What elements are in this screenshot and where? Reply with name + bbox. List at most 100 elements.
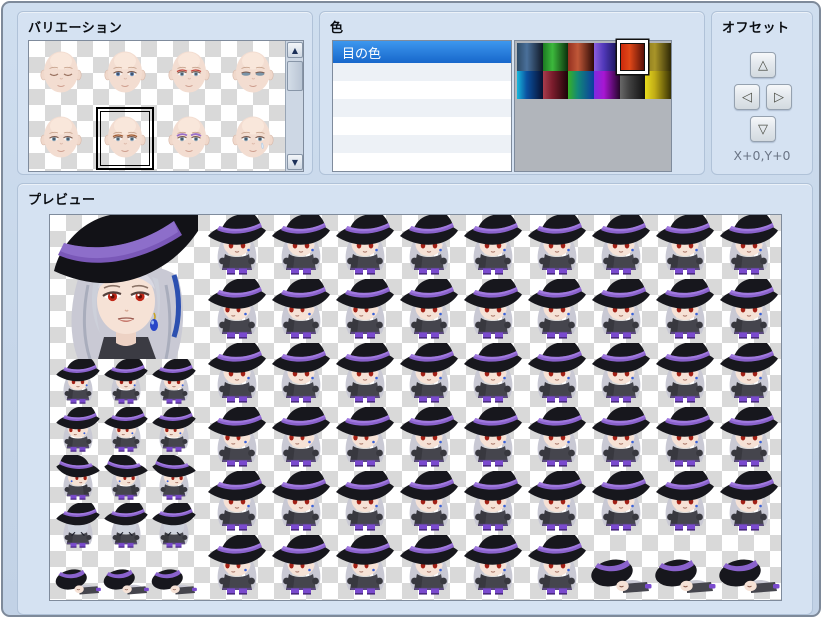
variation-thumbnail-eyes-brown-liner[interactable] (93, 106, 157, 171)
sv-sprite-front (525, 279, 589, 343)
walk-sprite-side-l (150, 407, 198, 455)
sv-sprite-front (589, 279, 653, 343)
palette-swatch-cyan-navy[interactable] (517, 71, 543, 99)
sv-sprite-front (589, 215, 653, 279)
palette-swatch-steel-blue[interactable] (517, 43, 543, 71)
palette-swatch-olive[interactable] (645, 43, 671, 71)
scrollbar-down-icon[interactable]: ▼ (287, 154, 303, 170)
palette-swatch-violet-navy[interactable] (594, 43, 620, 71)
color-panel-title: 色 (330, 17, 344, 36)
sv-sprite-side-l (269, 535, 333, 599)
palette-swatch-yellow[interactable] (645, 71, 671, 99)
sv-sprite-front (525, 215, 589, 279)
variation-thumbnail-box: ▲ ▼ (28, 40, 304, 172)
sv-sprite-front (205, 215, 269, 279)
sv-battler-sprite-sheet (205, 215, 781, 599)
palette-swatch-green-blue[interactable] (568, 71, 594, 99)
sv-sprite-front (589, 471, 653, 535)
color-part-list-empty-row (333, 81, 511, 99)
palette-swatch-red-brown[interactable] (568, 43, 594, 71)
offset-coordinates-label: X+0,Y+0 (712, 148, 812, 163)
variation-thumbnail-eyes-gray[interactable] (29, 106, 93, 171)
selected-thumbnail-frame (96, 107, 154, 170)
sv-sprite-front (589, 343, 653, 407)
palette-swatch-magenta[interactable] (594, 71, 620, 99)
sv-sprite-front (653, 407, 717, 471)
variation-thumbnail-eyes-closed[interactable] (29, 41, 93, 106)
color-palette-box (514, 40, 672, 172)
walk-sprite-side-l (54, 407, 102, 455)
variation-scrollbar[interactable]: ▲ ▼ (285, 41, 303, 171)
sv-sprite-front (589, 407, 653, 471)
sv-sprite-front (397, 407, 461, 471)
sv-sprite-front (461, 279, 525, 343)
color-part-list-empty-row (333, 171, 511, 172)
sv-sprite-front (525, 471, 589, 535)
sv-sprite-front (717, 215, 781, 279)
walk-sprite-front (102, 359, 150, 407)
sv-sprite-front (205, 343, 269, 407)
walk-sprite-side-l (102, 407, 150, 455)
sv-sprite-front (653, 471, 717, 535)
damage-sprite-lying (54, 551, 102, 599)
sv-sprite-front (269, 215, 333, 279)
variation-thumbnail-eyes-tear[interactable] (221, 106, 285, 171)
sv-sprite-front (397, 471, 461, 535)
sv-sprite-side-l (333, 279, 397, 343)
damage-sprite-sheet (54, 551, 198, 599)
sv-sprite-front (269, 471, 333, 535)
sv-sprite-front (653, 215, 717, 279)
sv-sprite-front (461, 535, 525, 599)
sv-sprite-front (397, 279, 461, 343)
scrollbar-up-icon[interactable]: ▲ (287, 42, 303, 58)
sv-sprite-front (717, 279, 781, 343)
sv-sprite-lying (653, 535, 717, 599)
color-part-list-empty-row (333, 153, 511, 171)
sv-sprite-front (653, 343, 717, 407)
offset-left-button[interactable]: ◁ (734, 84, 760, 110)
variation-thumbnail-eyes-purple-shadow[interactable] (157, 106, 221, 171)
sv-sprite-side-l (269, 407, 333, 471)
palette-swatch-red[interactable] (620, 43, 646, 71)
sv-sprite-front (461, 215, 525, 279)
walk-sprite-front (54, 359, 102, 407)
walk-sprite-side-r (150, 455, 198, 503)
variation-thumbnail-eyes-red-liner[interactable] (157, 41, 221, 106)
color-part-list-empty-row (333, 135, 511, 153)
palette-swatch-crimson[interactable] (543, 71, 569, 99)
sv-sprite-front (461, 407, 525, 471)
sv-sprite-front (333, 343, 397, 407)
color-panel: 色 目の色 (319, 11, 705, 175)
variation-panel: バリエーション ▲ ▼ (17, 11, 313, 175)
sv-sprite-side-l (205, 407, 269, 471)
palette-swatch-green[interactable] (543, 43, 569, 71)
variation-thumbnail-grid (29, 41, 285, 171)
walk-sprite-front (150, 359, 198, 407)
preview-panel: プレビュー (17, 183, 813, 615)
face-portrait-preview (54, 215, 198, 359)
offset-down-button[interactable]: ▽ (750, 116, 776, 142)
sv-sprite-front (717, 343, 781, 407)
sv-sprite-side-l (333, 407, 397, 471)
walk-sprite-back (102, 503, 150, 551)
sv-sprite-front (205, 471, 269, 535)
offset-right-button[interactable]: ▷ (766, 84, 792, 110)
sv-sprite-front (397, 535, 461, 599)
palette-swatch-gray[interactable] (620, 71, 646, 99)
walk-sprite-back (150, 503, 198, 551)
color-part-list-empty-row (333, 99, 511, 117)
variation-thumbnail-eyes-blue[interactable] (93, 41, 157, 106)
sv-sprite-side-l (205, 279, 269, 343)
scrollbar-thumb[interactable] (287, 61, 303, 91)
sv-sprite-front (333, 215, 397, 279)
sv-sprite-front (525, 343, 589, 407)
sv-sprite-front (525, 407, 589, 471)
variation-thumbnail-eyes-narrow[interactable] (221, 41, 285, 106)
offset-panel: オフセット △ ◁ ▷ ▽ X+0,Y+0 (711, 11, 813, 175)
sv-sprite-front (461, 471, 525, 535)
color-part-item-eye-color[interactable]: 目の色 (333, 41, 511, 63)
sv-sprite-front (461, 343, 525, 407)
offset-up-button[interactable]: △ (750, 52, 776, 78)
window-frame: バリエーション ▲ ▼ 色 目の色 オフセット △ ◁ (1, 1, 821, 617)
color-part-list-empty-row (333, 63, 511, 81)
